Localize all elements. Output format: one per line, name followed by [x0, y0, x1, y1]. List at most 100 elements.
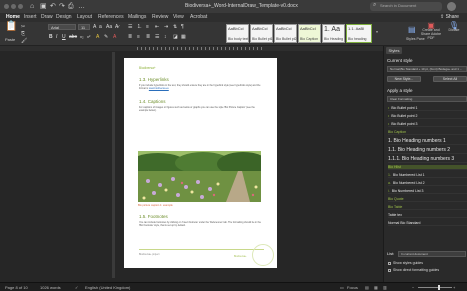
copy-icon[interactable]: ⎘ — [21, 31, 25, 37]
superscript-icon[interactable]: x² — [87, 34, 90, 40]
tab-layout[interactable]: Layout — [77, 14, 92, 21]
show-marks-icon[interactable]: ¶ — [181, 24, 184, 30]
tab-acrobat[interactable]: Acrobat — [190, 14, 207, 21]
style-item[interactable]: i. Bio Numbered List 3 — [388, 189, 467, 194]
page-count[interactable]: Page 8 of 10 — [5, 285, 28, 290]
text-effects-icon[interactable]: A — [96, 34, 99, 40]
bold-icon[interactable]: B — [49, 34, 53, 40]
show-styles-guides-checkbox[interactable]: Show styles guides — [388, 261, 423, 265]
font-color-icon[interactable]: A — [113, 34, 116, 40]
horizontal-ruler[interactable] — [0, 46, 383, 51]
proofing-icon[interactable]: ✓ — [75, 285, 78, 290]
redo-icon[interactable]: ↷ — [59, 2, 65, 11]
print-icon[interactable]: ⎙ — [68, 2, 74, 11]
tab-home[interactable]: Home — [6, 14, 20, 21]
vertical-ruler[interactable] — [112, 52, 115, 278]
document-page[interactable]: Biodiversa+ 1.3. Hyperlinks If you inclu… — [124, 58, 277, 268]
style-item[interactable]: 1. Bio Numbered List 1 — [388, 173, 467, 178]
align-center-icon[interactable]: ≡ — [137, 34, 140, 40]
style-item[interactable]: Bio Hlist — [388, 165, 467, 170]
tab-draw[interactable]: Draw — [41, 14, 53, 21]
underline-icon[interactable]: U — [62, 34, 66, 40]
current-style-field[interactable]: Normal,Bio Standard + 10 pt, (Font) Bode… — [387, 66, 467, 72]
line-spacing-icon[interactable]: ↕ — [164, 34, 167, 40]
style-item[interactable]: Bio Table — [388, 205, 467, 210]
style-item[interactable]: • Bio Bullet point 2 — [388, 114, 467, 119]
focus-icon[interactable]: ▭ — [340, 285, 344, 290]
share-button[interactable]: ⇪ Share — [440, 14, 459, 20]
numbering-icon[interactable]: ⒈ — [137, 24, 142, 30]
select-all-button[interactable]: Select All — [433, 76, 467, 82]
word-count[interactable]: 1026 words — [40, 285, 61, 290]
list-select[interactable]: In current document — [398, 251, 466, 257]
clear-formatting-icon[interactable]: A̷ — [115, 24, 118, 30]
search-input[interactable]: ⌕ Search in Document — [370, 2, 442, 11]
italic-icon[interactable]: I — [56, 34, 57, 40]
style-item[interactable]: • Bio Bullet point 3 — [388, 122, 467, 127]
minimize-window-button[interactable] — [11, 4, 16, 9]
paste-icon[interactable]: 📋 — [5, 22, 17, 32]
style-item[interactable]: • Bio Bullet point 1 — [388, 106, 467, 111]
decrease-indent-icon[interactable]: ⇤ — [155, 24, 159, 30]
zoom-window-button[interactable] — [18, 4, 23, 9]
close-window-button[interactable] — [4, 4, 9, 9]
style-tile-bullet1[interactable]: AaBbCcl Bio Bullet pt1 — [250, 24, 273, 43]
dictate-button[interactable]: 🎙 Dictate — [443, 22, 465, 33]
justify-icon[interactable]: ☰ — [155, 34, 159, 40]
subscript-icon[interactable]: x₂ — [80, 34, 84, 40]
tab-design[interactable]: Design — [56, 14, 72, 21]
cut-icon[interactable]: ✂ — [21, 24, 25, 30]
document-area[interactable]: Biodiversa+ 1.3. Hyperlinks If you inclu… — [0, 46, 383, 282]
style-item[interactable]: Bio Quote — [388, 197, 467, 202]
style-item[interactable]: 1.1. Bio Heading numbers 2 — [388, 147, 467, 154]
change-case-icon[interactable]: Aa — [106, 24, 112, 30]
strikethrough-icon[interactable]: abc — [69, 34, 77, 40]
gallery-more-icon[interactable]: ▾ — [373, 30, 381, 34]
style-tile-body[interactable]: AaBbCcl Bio body text — [226, 24, 249, 43]
increase-indent-icon[interactable]: ⇥ — [164, 24, 168, 30]
new-style-button[interactable]: New Style... — [387, 76, 421, 82]
style-tile-bullet2[interactable]: AaBbCcl Bio Bullet pt2 — [274, 24, 297, 43]
save-icon[interactable]: ▣ — [40, 2, 47, 11]
zoom-slider-thumb[interactable] — [438, 285, 440, 290]
tab-mailings[interactable]: Mailings — [128, 14, 146, 21]
style-item[interactable]: Bio Caption — [388, 130, 467, 135]
format-painter-icon[interactable]: 🖌 — [21, 38, 27, 44]
style-tile-heading1[interactable]: 1. Aa Bio Heading — [322, 24, 345, 43]
style-item[interactable]: Normal Bio Standard — [388, 221, 467, 226]
zoom-in-icon[interactable]: + — [453, 285, 455, 290]
align-left-icon[interactable]: ≣ — [128, 34, 132, 40]
language[interactable]: English (United Kingdom) — [85, 285, 130, 290]
style-item[interactable]: 1. Bio Heading numbers 1 — [388, 138, 467, 145]
style-item[interactable]: a. Bio Numbered List 2 — [388, 181, 467, 186]
tab-insert[interactable]: Insert — [24, 14, 37, 21]
borders-icon[interactable]: ▦ — [181, 34, 186, 40]
grow-font-icon[interactable]: A — [93, 24, 96, 30]
create-share-pdf-button[interactable]: ▣ Create and Share Adobe PDF — [420, 22, 442, 41]
shading-icon[interactable]: ◪ — [173, 34, 178, 40]
style-tile-caption[interactable]: AaBbCcI Bio Caption — [298, 24, 321, 43]
style-item[interactable]: Table tex — [388, 213, 467, 218]
more-icon[interactable]: … — [78, 2, 85, 11]
style-item[interactable]: 1.1.1. Bio Heading numbers 3 — [388, 156, 467, 163]
tab-references[interactable]: References — [98, 14, 124, 21]
sort-icon[interactable]: ⇅ — [173, 24, 177, 30]
tab-review[interactable]: Review — [152, 14, 168, 21]
multilevel-icon[interactable]: ≡ — [146, 24, 149, 30]
font-size-select[interactable]: 11 — [78, 24, 90, 30]
font-name-select[interactable]: Arial — [48, 24, 76, 30]
undo-icon[interactable]: ↶ — [50, 2, 56, 11]
avatar[interactable] — [447, 2, 456, 11]
styles-pane-tab[interactable]: Styles — [386, 47, 402, 54]
zoom-out-icon[interactable]: − — [412, 285, 414, 290]
styles-pane-button[interactable]: ▤ Styles Pane — [406, 25, 425, 41]
focus-button[interactable]: Focus — [347, 285, 358, 290]
bullets-icon[interactable]: ☰ — [128, 24, 132, 30]
shrink-font-icon[interactable]: a — [99, 24, 102, 30]
home-icon[interactable]: ⌂ — [30, 2, 34, 11]
print-layout-icon[interactable]: ▦ — [374, 285, 378, 290]
tab-view[interactable]: View — [173, 14, 184, 21]
highlight-icon[interactable]: ✎ — [104, 34, 108, 40]
apply-style-field[interactable]: Clear Formatting — [387, 96, 467, 102]
zoom-slider[interactable] — [418, 287, 452, 288]
